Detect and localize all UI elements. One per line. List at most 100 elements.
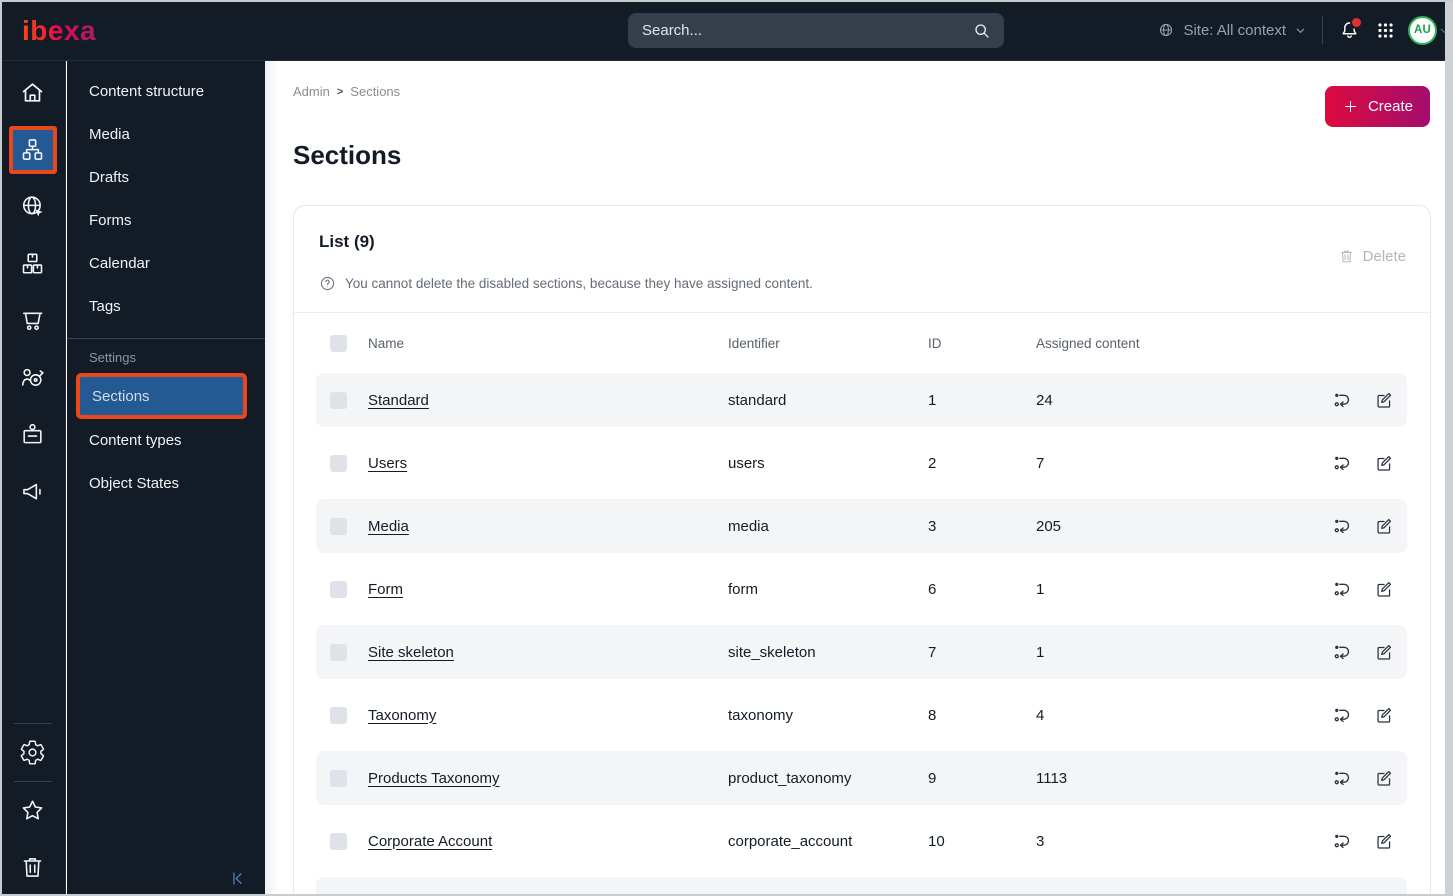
- notification-badge: [1350, 15, 1363, 29]
- sidebar-item-customer-portal[interactable]: [0, 406, 66, 463]
- row-checkbox[interactable]: [330, 391, 347, 409]
- edit-icon[interactable]: [1375, 517, 1393, 535]
- row-checkbox[interactable]: [330, 517, 347, 535]
- sidebar-item-content[interactable]: [0, 121, 66, 178]
- table-row: Products Taxonomy product_taxonomy 9 111…: [316, 751, 1407, 805]
- assign-content-icon[interactable]: [1333, 769, 1351, 787]
- section-name-link[interactable]: Taxonomy: [368, 707, 436, 724]
- secondary-menu-panel: Content structure Media Drafts Forms Cal…: [67, 60, 265, 896]
- section-assigned-content: 1: [1036, 580, 1045, 598]
- delete-button[interactable]: Delete: [1338, 248, 1406, 265]
- breadcrumb: Admin > Sections: [293, 84, 400, 99]
- section-assigned-content: 4: [1036, 706, 1045, 724]
- grid-dots-icon: [1376, 21, 1395, 40]
- menu-item-tags[interactable]: Tags: [67, 285, 265, 328]
- section-name-link[interactable]: Users: [368, 455, 407, 472]
- menu-divider: [67, 338, 265, 339]
- breadcrumb-separator: >: [336, 85, 344, 98]
- section-name-link[interactable]: Corporate Account: [368, 833, 492, 850]
- assign-content-icon[interactable]: [1333, 517, 1351, 535]
- edit-icon[interactable]: [1375, 643, 1393, 661]
- sidebar-item-personalization[interactable]: [0, 349, 66, 406]
- product-catalog-icon: [19, 250, 46, 277]
- section-name-link[interactable]: Form: [368, 581, 403, 598]
- section-assigned-content: 7: [1036, 454, 1045, 472]
- sidebar-item-dashboard[interactable]: [0, 64, 66, 121]
- section-name-link[interactable]: Site skeleton: [368, 644, 454, 661]
- chevron-down-icon: [1294, 24, 1307, 37]
- edit-icon[interactable]: [1375, 769, 1393, 787]
- sidebar-item-commerce[interactable]: [0, 292, 66, 349]
- assign-content-icon[interactable]: [1333, 391, 1351, 409]
- section-name-link[interactable]: Products Taxonomy: [368, 770, 499, 787]
- section-id: 10: [928, 832, 945, 850]
- assign-content-icon[interactable]: [1333, 643, 1351, 661]
- notifications-button[interactable]: [1338, 15, 1363, 42]
- section-id: 7: [928, 643, 937, 661]
- section-name-link[interactable]: Standard: [368, 392, 429, 409]
- edit-icon[interactable]: [1375, 832, 1393, 850]
- column-header-name: Name: [368, 335, 405, 351]
- edit-icon[interactable]: [1375, 580, 1393, 598]
- assign-content-icon[interactable]: [1333, 706, 1351, 724]
- table-row: Taxonomy taxonomy 8 4: [316, 688, 1407, 742]
- menu-item-media[interactable]: Media: [67, 113, 265, 156]
- site-context-label: Site: All context: [1183, 21, 1286, 39]
- row-checkbox[interactable]: [330, 769, 347, 787]
- search-input[interactable]: [640, 21, 972, 40]
- breadcrumb-sections[interactable]: Sections: [350, 84, 400, 99]
- user-avatar[interactable]: AU: [1408, 15, 1437, 45]
- menu-item-sections[interactable]: Sections: [76, 373, 247, 419]
- admin-gear-icon: [19, 739, 46, 766]
- assign-content-icon[interactable]: [1333, 454, 1351, 472]
- sidebar-item-trash[interactable]: [0, 839, 66, 896]
- menu-item-object-states[interactable]: Object States: [67, 462, 265, 505]
- edit-icon[interactable]: [1375, 391, 1393, 409]
- menu-item-content-structure[interactable]: Content structure: [67, 70, 265, 113]
- create-button[interactable]: Create: [1324, 86, 1430, 127]
- collapse-left-icon[interactable]: [228, 869, 247, 888]
- sidebar-item-product-catalog[interactable]: [0, 235, 66, 292]
- topbar: ibexa Site: All context: [0, 0, 1453, 61]
- window-border: [1445, 0, 1453, 896]
- row-checkbox[interactable]: [330, 643, 347, 661]
- menu-item-content-types[interactable]: Content types: [67, 419, 265, 462]
- section-assigned-content: 1113: [1036, 769, 1068, 787]
- section-identifier: users: [728, 454, 765, 472]
- menu-group-settings: Settings: [89, 349, 136, 365]
- row-checkbox[interactable]: [330, 706, 347, 724]
- menu-item-calendar[interactable]: Calendar: [67, 242, 265, 285]
- list-note-text: You cannot delete the disabled sections,…: [345, 276, 813, 291]
- section-id: 9: [928, 769, 937, 787]
- section-id: 3: [928, 517, 937, 535]
- sidebar-item-site[interactable]: [0, 178, 66, 235]
- row-checkbox[interactable]: [330, 454, 347, 472]
- table-row: Corporate Account corporate_account 10 3: [316, 814, 1407, 868]
- edit-icon[interactable]: [1375, 454, 1393, 472]
- sidebar-item-marketing[interactable]: [0, 463, 66, 520]
- customer-portal-icon: [19, 421, 46, 448]
- table-row: Site skeleton site_skeleton 7 1: [316, 625, 1407, 679]
- global-search[interactable]: [628, 13, 1004, 48]
- search-icon[interactable]: [972, 21, 992, 41]
- site-context-selector[interactable]: Site: All context: [1157, 21, 1307, 39]
- ibexa-logo[interactable]: ibexa: [21, 13, 113, 47]
- breadcrumb-admin[interactable]: Admin: [293, 84, 330, 99]
- list-title: List (9): [319, 232, 375, 251]
- row-checkbox[interactable]: [330, 832, 347, 850]
- row-checkbox[interactable]: [330, 580, 347, 598]
- section-assigned-content: 3: [1036, 832, 1045, 850]
- sidebar-item-admin[interactable]: [0, 724, 66, 781]
- select-all-checkbox[interactable]: [330, 334, 347, 352]
- menu-item-forms[interactable]: Forms: [67, 199, 265, 242]
- assign-content-icon[interactable]: [1333, 832, 1351, 850]
- section-name-link[interactable]: Media: [368, 518, 409, 535]
- apps-grid-button[interactable]: [1376, 21, 1395, 40]
- menu-item-drafts[interactable]: Drafts: [67, 156, 265, 199]
- delete-button-label: Delete: [1362, 248, 1406, 265]
- edit-icon[interactable]: [1375, 706, 1393, 724]
- trash-icon: [19, 854, 46, 881]
- topbar-divider: [1322, 16, 1323, 44]
- sidebar-item-bookmarks[interactable]: [0, 782, 66, 839]
- assign-content-icon[interactable]: [1333, 580, 1351, 598]
